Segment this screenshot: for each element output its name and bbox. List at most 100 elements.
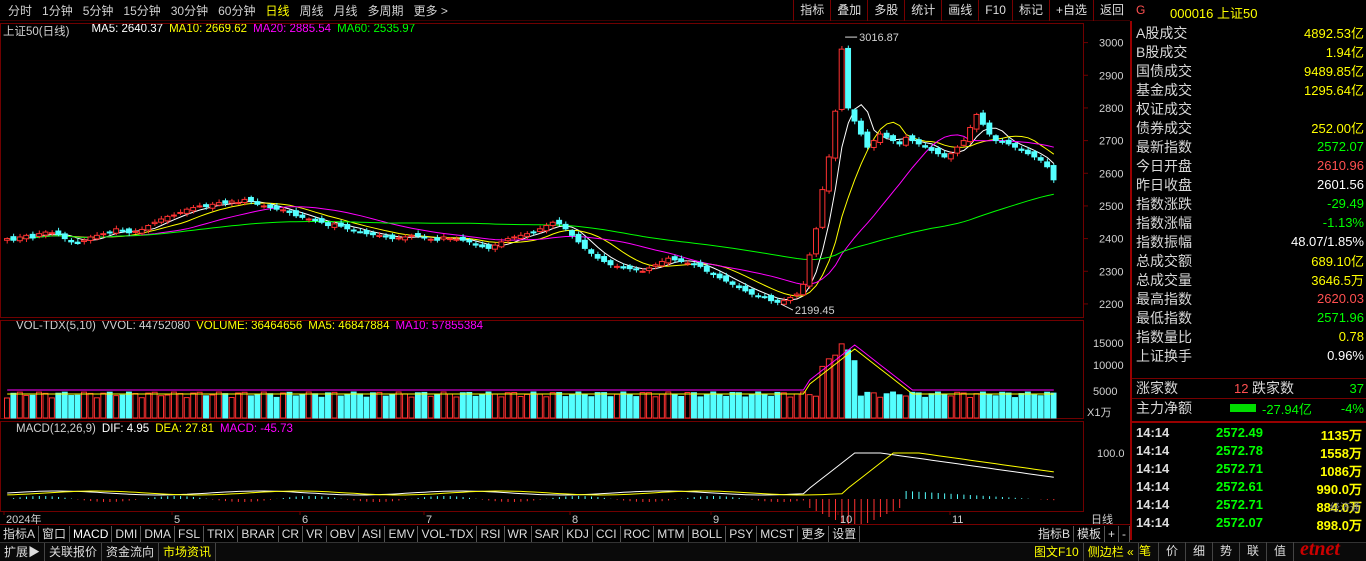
candle-body bbox=[999, 140, 1006, 143]
status-tab-0[interactable]: 扩展▶ bbox=[0, 543, 46, 561]
volume-bar bbox=[292, 395, 299, 419]
quote-key: 最新指数 bbox=[1136, 138, 1192, 155]
volume-bar bbox=[247, 395, 254, 419]
candle-body bbox=[331, 223, 338, 228]
view-tab-1[interactable]: 价 bbox=[1159, 542, 1186, 561]
quote-key: A股成交 bbox=[1136, 24, 1188, 41]
status-right-0[interactable]: 图文F10 bbox=[1030, 543, 1084, 561]
period-tab-4[interactable]: 30分钟 bbox=[171, 2, 208, 19]
indicator-tab-14[interactable]: RSI bbox=[477, 525, 505, 542]
indicator-tab-18[interactable]: CCI bbox=[593, 525, 621, 542]
indicator-tab-2[interactable]: MACD bbox=[70, 525, 113, 542]
tool-button-3[interactable]: 统计 bbox=[904, 0, 941, 21]
tick-volume: 1135万 bbox=[1320, 428, 1362, 443]
period-tab-3[interactable]: 15分钟 bbox=[123, 2, 160, 19]
candle-body bbox=[979, 112, 986, 125]
indicator-tab-5[interactable]: FSL bbox=[175, 525, 205, 542]
indicator-tab-4[interactable]: DMA bbox=[141, 525, 176, 542]
indicator-tab-3[interactable]: DMI bbox=[112, 525, 142, 542]
date-tick-label: 11 bbox=[952, 514, 963, 524]
status-right-1[interactable]: 侧边栏 « bbox=[1084, 543, 1139, 561]
indicator-right-tab-3[interactable]: - bbox=[1119, 525, 1130, 542]
tool-button-6[interactable]: 标记 bbox=[1011, 0, 1049, 21]
period-tab-0[interactable]: 分时 bbox=[8, 2, 32, 19]
tool-button-0[interactable]: 指标 bbox=[793, 0, 830, 21]
indicator-tab-23[interactable]: MCST bbox=[757, 525, 799, 542]
tool-button-4[interactable]: 画线 bbox=[941, 0, 978, 21]
period-tab-6[interactable]: 日线 bbox=[265, 2, 289, 19]
candle-body bbox=[247, 196, 254, 202]
status-tab-1[interactable]: 关联报价 bbox=[45, 543, 103, 561]
indicator-tab-15[interactable]: WR bbox=[505, 525, 532, 542]
indicator-tab-19[interactable]: ROC bbox=[621, 525, 655, 542]
tick-price: 2572.61 bbox=[1216, 479, 1263, 494]
indicator-tab-22[interactable]: PSY bbox=[726, 525, 758, 542]
indicator-tab-20[interactable]: MTM bbox=[654, 525, 689, 542]
indicator-tab-12[interactable]: EMV bbox=[385, 525, 419, 542]
indicator-tab-16[interactable]: SAR bbox=[532, 525, 564, 542]
tick-volume: 990.0万 bbox=[1316, 482, 1362, 497]
tool-button-5[interactable]: F10 bbox=[978, 0, 1012, 21]
indicator-right-tab-1[interactable]: 模板 bbox=[1074, 525, 1105, 542]
period-tab-10[interactable]: 更多 > bbox=[414, 2, 448, 19]
volume-bar bbox=[113, 395, 120, 419]
tool-button-8[interactable]: 返回 bbox=[1092, 0, 1130, 21]
indicator-tab-10[interactable]: OBV bbox=[327, 525, 360, 542]
indicator-tab-17[interactable]: KDJ bbox=[563, 525, 593, 542]
candle-body bbox=[729, 281, 736, 285]
indicator-right-tab-0[interactable]: 指标B bbox=[1035, 525, 1074, 542]
indicator-tab-13[interactable]: VOL-TDX bbox=[418, 525, 478, 542]
quote-key: 国债成交 bbox=[1136, 62, 1192, 79]
candle-body bbox=[626, 265, 633, 270]
volume-bar bbox=[331, 391, 338, 419]
period-tab-9[interactable]: 多周期 bbox=[368, 2, 404, 19]
view-tab-3[interactable]: 势 bbox=[1213, 542, 1240, 561]
indicator-tab-21[interactable]: BOLL bbox=[689, 525, 727, 542]
indicator-tab-11[interactable]: ASI bbox=[359, 525, 386, 542]
indicator-tab-24[interactable]: 更多 bbox=[798, 525, 830, 542]
status-tab-3[interactable]: 市场资讯 bbox=[159, 543, 217, 561]
view-tab-5[interactable]: 值 bbox=[1267, 542, 1294, 561]
view-tab-2[interactable]: 细 bbox=[1186, 542, 1213, 561]
indicator-tab-1[interactable]: 窗口 bbox=[39, 525, 71, 542]
indicator-right-tab-2[interactable]: + bbox=[1105, 525, 1119, 542]
volume-bar bbox=[954, 391, 961, 419]
volume-bar bbox=[530, 391, 537, 419]
indicator-tab-6[interactable]: TRIX bbox=[204, 525, 239, 542]
volume-bar bbox=[806, 394, 813, 419]
indicator-tab-7[interactable]: BRAR bbox=[238, 525, 279, 542]
volume-bar bbox=[735, 392, 742, 419]
candle-body bbox=[857, 120, 864, 135]
quote-row: 上证换手 0.96% bbox=[1132, 346, 1366, 365]
period-tab-7[interactable]: 周线 bbox=[299, 2, 323, 19]
indicator-tab-9[interactable]: VR bbox=[303, 525, 327, 542]
tool-button-1[interactable]: 叠加 bbox=[830, 0, 867, 21]
indicator-tab-25[interactable]: 设置 bbox=[829, 525, 861, 542]
ma20-line bbox=[7, 134, 1054, 286]
candle-body bbox=[87, 236, 94, 241]
period-tab-2[interactable]: 5分钟 bbox=[83, 2, 114, 19]
price-tick-label: 2600 bbox=[1099, 168, 1123, 180]
period-tab-5[interactable]: 60分钟 bbox=[218, 2, 255, 19]
volume-bar bbox=[235, 392, 242, 419]
volume-bar bbox=[742, 396, 749, 419]
tick-row: 14:14 2572.07 898.0万 bbox=[1132, 515, 1366, 533]
volume-bar bbox=[61, 391, 68, 419]
tick-price: 2572.07 bbox=[1216, 515, 1263, 530]
period-tab-1[interactable]: 1分钟 bbox=[42, 2, 73, 19]
tool-button-2[interactable]: 多股 bbox=[867, 0, 904, 21]
volume-bar bbox=[16, 391, 23, 419]
indicator-tab-8[interactable]: CR bbox=[279, 525, 304, 542]
ma60-line bbox=[7, 193, 1054, 261]
quote-row: 指数振幅 48.07/1.85% bbox=[1132, 232, 1366, 251]
period-tab-8[interactable]: 月线 bbox=[334, 2, 358, 19]
status-tab-2[interactable]: 资金流向 bbox=[102, 543, 160, 561]
view-tab-4[interactable]: 联 bbox=[1240, 542, 1267, 561]
ma5-line bbox=[7, 104, 1055, 301]
etnet-logo: etnet bbox=[1300, 538, 1340, 560]
view-tab-0[interactable]: 笔 bbox=[1132, 542, 1159, 561]
indicator-tab-0[interactable]: 指标A bbox=[0, 525, 40, 542]
candle-body bbox=[267, 204, 274, 209]
tool-button-7[interactable]: +自选 bbox=[1048, 0, 1093, 21]
kline-chart[interactable]: 3000 2900 2800 2700 2600 2500 2400 2300 2200 1500… bbox=[0, 21, 1130, 524]
